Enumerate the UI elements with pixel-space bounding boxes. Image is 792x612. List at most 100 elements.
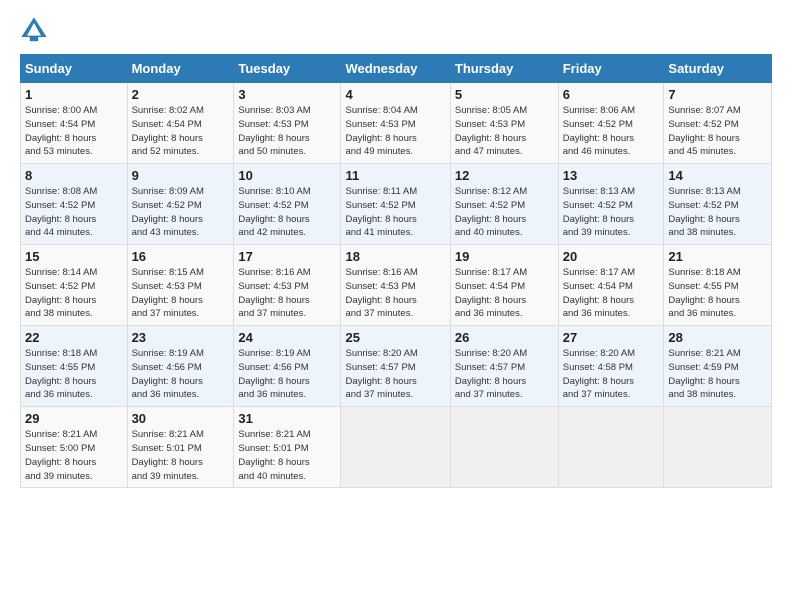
day-info: Sunrise: 8:13 AMSunset: 4:52 PMDaylight:… <box>563 185 660 240</box>
day-cell: 28 Sunrise: 8:21 AMSunset: 4:59 PMDaylig… <box>664 326 772 407</box>
day-number: 16 <box>132 249 230 264</box>
day-cell: 17 Sunrise: 8:16 AMSunset: 4:53 PMDaylig… <box>234 245 341 326</box>
col-header-friday: Friday <box>558 55 664 83</box>
day-info: Sunrise: 8:20 AMSunset: 4:57 PMDaylight:… <box>345 347 445 402</box>
day-number: 1 <box>25 87 123 102</box>
day-info: Sunrise: 8:13 AMSunset: 4:52 PMDaylight:… <box>668 185 767 240</box>
day-number: 31 <box>238 411 336 426</box>
col-header-monday: Monday <box>127 55 234 83</box>
week-row-3: 15 Sunrise: 8:14 AMSunset: 4:52 PMDaylig… <box>21 245 772 326</box>
day-info: Sunrise: 8:16 AMSunset: 4:53 PMDaylight:… <box>345 266 445 321</box>
day-cell: 31 Sunrise: 8:21 AMSunset: 5:01 PMDaylig… <box>234 407 341 488</box>
day-number: 24 <box>238 330 336 345</box>
day-info: Sunrise: 8:21 AMSunset: 5:01 PMDaylight:… <box>238 428 336 483</box>
day-cell: 3 Sunrise: 8:03 AMSunset: 4:53 PMDayligh… <box>234 83 341 164</box>
day-number: 7 <box>668 87 767 102</box>
day-info: Sunrise: 8:16 AMSunset: 4:53 PMDaylight:… <box>238 266 336 321</box>
week-row-2: 8 Sunrise: 8:08 AMSunset: 4:52 PMDayligh… <box>21 164 772 245</box>
day-info: Sunrise: 8:19 AMSunset: 4:56 PMDaylight:… <box>132 347 230 402</box>
col-header-saturday: Saturday <box>664 55 772 83</box>
col-header-thursday: Thursday <box>450 55 558 83</box>
day-cell: 15 Sunrise: 8:14 AMSunset: 4:52 PMDaylig… <box>21 245 128 326</box>
day-number: 12 <box>455 168 554 183</box>
day-number: 13 <box>563 168 660 183</box>
day-info: Sunrise: 8:07 AMSunset: 4:52 PMDaylight:… <box>668 104 767 159</box>
day-info: Sunrise: 8:11 AMSunset: 4:52 PMDaylight:… <box>345 185 445 240</box>
day-number: 17 <box>238 249 336 264</box>
col-header-sunday: Sunday <box>21 55 128 83</box>
day-cell: 24 Sunrise: 8:19 AMSunset: 4:56 PMDaylig… <box>234 326 341 407</box>
week-row-4: 22 Sunrise: 8:18 AMSunset: 4:55 PMDaylig… <box>21 326 772 407</box>
day-number: 14 <box>668 168 767 183</box>
day-cell: 11 Sunrise: 8:11 AMSunset: 4:52 PMDaylig… <box>341 164 450 245</box>
day-number: 23 <box>132 330 230 345</box>
day-info: Sunrise: 8:20 AMSunset: 4:57 PMDaylight:… <box>455 347 554 402</box>
day-number: 22 <box>25 330 123 345</box>
day-number: 18 <box>345 249 445 264</box>
day-number: 27 <box>563 330 660 345</box>
day-info: Sunrise: 8:09 AMSunset: 4:52 PMDaylight:… <box>132 185 230 240</box>
day-info: Sunrise: 8:06 AMSunset: 4:52 PMDaylight:… <box>563 104 660 159</box>
day-cell <box>664 407 772 488</box>
days-header-row: SundayMondayTuesdayWednesdayThursdayFrid… <box>21 55 772 83</box>
day-number: 11 <box>345 168 445 183</box>
day-cell: 16 Sunrise: 8:15 AMSunset: 4:53 PMDaylig… <box>127 245 234 326</box>
day-info: Sunrise: 8:15 AMSunset: 4:53 PMDaylight:… <box>132 266 230 321</box>
day-info: Sunrise: 8:08 AMSunset: 4:52 PMDaylight:… <box>25 185 123 240</box>
day-number: 25 <box>345 330 445 345</box>
day-cell: 25 Sunrise: 8:20 AMSunset: 4:57 PMDaylig… <box>341 326 450 407</box>
day-number: 6 <box>563 87 660 102</box>
day-info: Sunrise: 8:14 AMSunset: 4:52 PMDaylight:… <box>25 266 123 321</box>
day-info: Sunrise: 8:21 AMSunset: 4:59 PMDaylight:… <box>668 347 767 402</box>
day-cell: 10 Sunrise: 8:10 AMSunset: 4:52 PMDaylig… <box>234 164 341 245</box>
day-number: 20 <box>563 249 660 264</box>
day-cell: 12 Sunrise: 8:12 AMSunset: 4:52 PMDaylig… <box>450 164 558 245</box>
day-info: Sunrise: 8:00 AMSunset: 4:54 PMDaylight:… <box>25 104 123 159</box>
day-number: 29 <box>25 411 123 426</box>
day-cell: 22 Sunrise: 8:18 AMSunset: 4:55 PMDaylig… <box>21 326 128 407</box>
header <box>20 16 772 44</box>
day-cell: 1 Sunrise: 8:00 AMSunset: 4:54 PMDayligh… <box>21 83 128 164</box>
week-row-1: 1 Sunrise: 8:00 AMSunset: 4:54 PMDayligh… <box>21 83 772 164</box>
calendar-page: SundayMondayTuesdayWednesdayThursdayFrid… <box>0 0 792 612</box>
day-number: 4 <box>345 87 445 102</box>
day-cell: 2 Sunrise: 8:02 AMSunset: 4:54 PMDayligh… <box>127 83 234 164</box>
day-info: Sunrise: 8:02 AMSunset: 4:54 PMDaylight:… <box>132 104 230 159</box>
col-header-wednesday: Wednesday <box>341 55 450 83</box>
day-info: Sunrise: 8:12 AMSunset: 4:52 PMDaylight:… <box>455 185 554 240</box>
day-info: Sunrise: 8:04 AMSunset: 4:53 PMDaylight:… <box>345 104 445 159</box>
day-info: Sunrise: 8:19 AMSunset: 4:56 PMDaylight:… <box>238 347 336 402</box>
day-cell: 14 Sunrise: 8:13 AMSunset: 4:52 PMDaylig… <box>664 164 772 245</box>
day-number: 5 <box>455 87 554 102</box>
day-info: Sunrise: 8:10 AMSunset: 4:52 PMDaylight:… <box>238 185 336 240</box>
day-number: 30 <box>132 411 230 426</box>
day-cell: 4 Sunrise: 8:04 AMSunset: 4:53 PMDayligh… <box>341 83 450 164</box>
day-cell: 29 Sunrise: 8:21 AMSunset: 5:00 PMDaylig… <box>21 407 128 488</box>
day-info: Sunrise: 8:18 AMSunset: 4:55 PMDaylight:… <box>25 347 123 402</box>
day-cell: 5 Sunrise: 8:05 AMSunset: 4:53 PMDayligh… <box>450 83 558 164</box>
day-number: 28 <box>668 330 767 345</box>
day-number: 15 <box>25 249 123 264</box>
day-number: 26 <box>455 330 554 345</box>
day-number: 21 <box>668 249 767 264</box>
day-cell: 13 Sunrise: 8:13 AMSunset: 4:52 PMDaylig… <box>558 164 664 245</box>
day-cell <box>450 407 558 488</box>
day-info: Sunrise: 8:17 AMSunset: 4:54 PMDaylight:… <box>455 266 554 321</box>
day-info: Sunrise: 8:21 AMSunset: 5:00 PMDaylight:… <box>25 428 123 483</box>
day-cell: 6 Sunrise: 8:06 AMSunset: 4:52 PMDayligh… <box>558 83 664 164</box>
day-info: Sunrise: 8:20 AMSunset: 4:58 PMDaylight:… <box>563 347 660 402</box>
day-cell: 26 Sunrise: 8:20 AMSunset: 4:57 PMDaylig… <box>450 326 558 407</box>
day-cell: 9 Sunrise: 8:09 AMSunset: 4:52 PMDayligh… <box>127 164 234 245</box>
day-cell: 18 Sunrise: 8:16 AMSunset: 4:53 PMDaylig… <box>341 245 450 326</box>
day-cell: 23 Sunrise: 8:19 AMSunset: 4:56 PMDaylig… <box>127 326 234 407</box>
day-info: Sunrise: 8:03 AMSunset: 4:53 PMDaylight:… <box>238 104 336 159</box>
day-number: 2 <box>132 87 230 102</box>
logo <box>20 16 52 44</box>
day-number: 10 <box>238 168 336 183</box>
calendar-table: SundayMondayTuesdayWednesdayThursdayFrid… <box>20 54 772 488</box>
week-row-5: 29 Sunrise: 8:21 AMSunset: 5:00 PMDaylig… <box>21 407 772 488</box>
day-cell: 7 Sunrise: 8:07 AMSunset: 4:52 PMDayligh… <box>664 83 772 164</box>
day-info: Sunrise: 8:21 AMSunset: 5:01 PMDaylight:… <box>132 428 230 483</box>
day-cell <box>558 407 664 488</box>
day-cell: 21 Sunrise: 8:18 AMSunset: 4:55 PMDaylig… <box>664 245 772 326</box>
